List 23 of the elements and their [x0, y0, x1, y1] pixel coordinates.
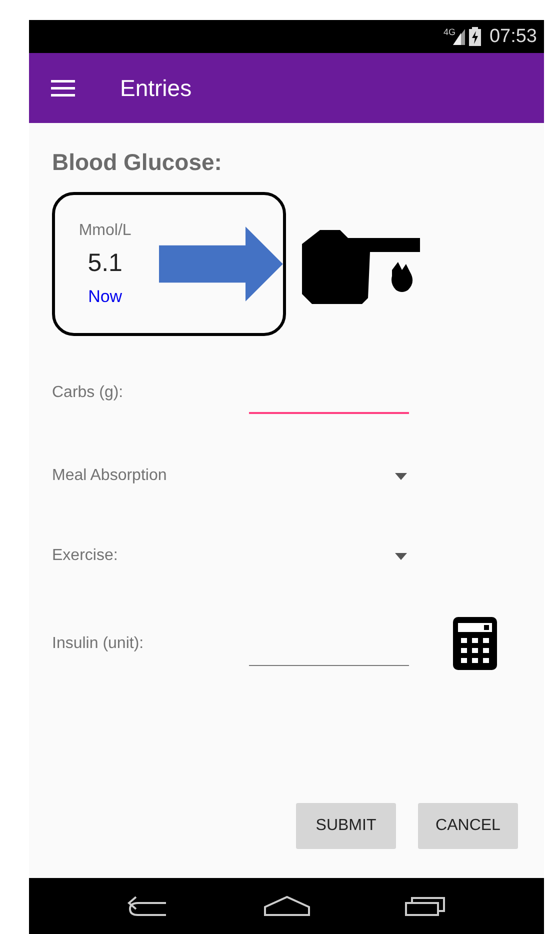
field-label: Insulin (unit): [52, 634, 145, 652]
field-label: Carbs (g): [52, 384, 124, 402]
recent-apps-icon[interactable] [404, 895, 448, 917]
field-label: Meal Absorption [52, 467, 168, 485]
field-label: Exercise: [52, 547, 119, 565]
reading-time: Now [88, 286, 122, 306]
section-title: Blood Glucose: [52, 149, 223, 176]
dropdown-arrow-icon[interactable] [395, 552, 407, 560]
calculator-icon[interactable] [453, 617, 497, 670]
glucose-card[interactable]: Mmol/L 5.1 Now [52, 192, 286, 336]
glucose-value: 5.1 [88, 248, 122, 278]
status-time: 07:53 [489, 26, 537, 48]
dropdown-arrow-icon[interactable] [395, 472, 407, 480]
cancel-button[interactable]: CANCEL [418, 803, 518, 849]
network-type: 4G [443, 27, 456, 37]
app-title: Entries [120, 74, 192, 102]
menu-icon[interactable] [51, 78, 77, 98]
unit-label: Mmol/L [78, 222, 132, 240]
battery-icon [469, 27, 482, 46]
home-icon[interactable] [262, 895, 310, 917]
signal-icon [453, 28, 466, 44]
submit-button[interactable]: SUBMIT [296, 803, 396, 849]
arrow-icon [159, 226, 283, 302]
